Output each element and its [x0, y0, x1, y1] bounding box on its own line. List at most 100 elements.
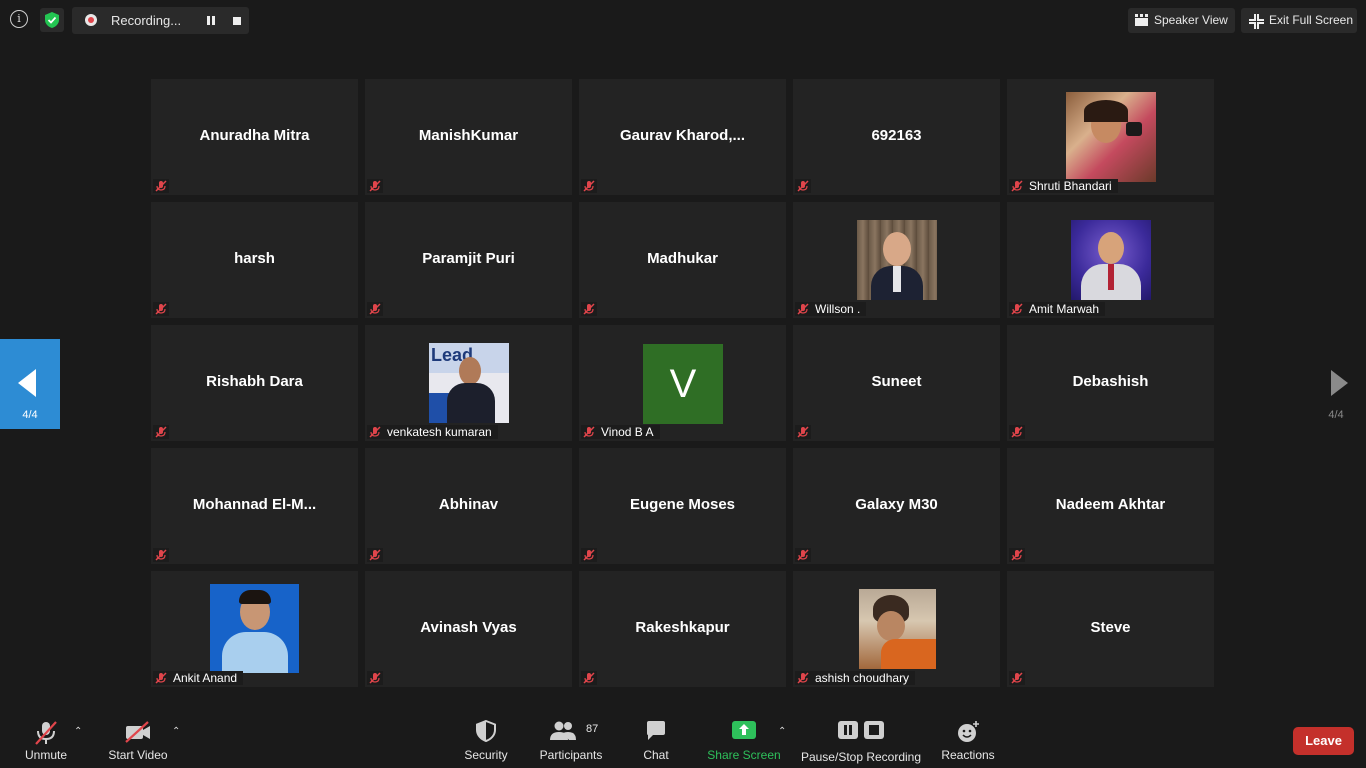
participant-name: venkatesh kumaran: [387, 425, 492, 439]
start-video-button[interactable]: Start Video: [100, 708, 176, 768]
speaker-view-button[interactable]: Speaker View: [1128, 8, 1235, 33]
share-screen-arrow-up-icon: [732, 721, 756, 739]
start-video-label: Start Video: [108, 748, 168, 762]
participant-name: 692163: [871, 127, 922, 144]
participant-tile[interactable]: ashish choudhary: [793, 571, 1000, 687]
participant-tile[interactable]: Madhukar: [579, 202, 786, 318]
name-plate: Amit Marwah: [1009, 302, 1106, 316]
participant-tile[interactable]: Debashish: [1007, 325, 1214, 441]
muted-mic-icon: [581, 179, 597, 193]
name-plate: Ankit Anand: [153, 671, 244, 685]
gallery-view: Anuradha Mitra ManishKumar Gaurav Kharod…: [151, 79, 1215, 688]
muted-mic-icon: [153, 425, 169, 439]
participant-photo: [857, 220, 937, 300]
shield-check-icon: [45, 12, 59, 28]
participant-name: Avinash Vyas: [420, 619, 517, 636]
participant-tile[interactable]: Suneet: [793, 325, 1000, 441]
participant-name: Paramjit Puri: [422, 250, 515, 267]
participant-tile[interactable]: Shruti Bhandari: [1007, 79, 1214, 195]
unmute-label: Unmute: [24, 748, 68, 762]
participant-photo: [1071, 220, 1151, 300]
participant-photo: [859, 589, 936, 669]
share-options-chevron-up-icon[interactable]: ⌃: [778, 726, 786, 737]
muted-mic-icon: [1009, 671, 1025, 685]
muted-mic-icon: [367, 671, 383, 685]
exit-full-screen-button[interactable]: Exit Full Screen: [1241, 8, 1357, 33]
name-plate: Shruti Bhandari: [1009, 179, 1118, 193]
participant-tile[interactable]: 692163: [793, 79, 1000, 195]
muted-mic-icon: [581, 302, 597, 316]
muted-mic-icon: [797, 672, 809, 684]
reactions-button[interactable]: Reactions: [938, 708, 998, 768]
next-page-button[interactable]: 4/4: [1306, 339, 1366, 429]
meeting-toolbar: Unmute ⌃ Start Video ⌃ Security 87 Parti…: [0, 708, 1366, 768]
participant-tile[interactable]: Nadeem Akhtar: [1007, 448, 1214, 564]
participant-name: Anuradha Mitra: [199, 127, 310, 144]
unmute-button[interactable]: Unmute: [16, 708, 76, 768]
speaker-view-label: Speaker View: [1154, 13, 1228, 27]
participant-tile[interactable]: Galaxy M30: [793, 448, 1000, 564]
participant-tile[interactable]: Paramjit Puri: [365, 202, 572, 318]
top-bar: i Recording... Speaker View Exit Full Sc…: [0, 0, 1366, 40]
muted-mic-icon: [583, 426, 595, 438]
muted-mic-icon: [581, 671, 597, 685]
stop-recording-icon[interactable]: [233, 17, 241, 25]
participant-avatar: V: [643, 344, 723, 424]
muted-mic-icon: [1011, 303, 1023, 315]
participant-tile[interactable]: harsh: [151, 202, 358, 318]
exit-full-screen-icon: [1249, 14, 1264, 29]
participants-icon: [550, 721, 576, 740]
participant-tile[interactable]: ManishKumar: [365, 79, 572, 195]
participant-name: harsh: [234, 250, 275, 267]
participant-name: Shruti Bhandari: [1029, 179, 1112, 193]
pause-recording-icon[interactable]: [206, 16, 216, 25]
muted-mic-icon: [155, 672, 167, 684]
participant-tile[interactable]: Gaurav Kharod,...: [579, 79, 786, 195]
participant-name: Mohannad El-M...: [192, 496, 317, 513]
participant-tile[interactable]: Ankit Anand: [151, 571, 358, 687]
muted-mic-icon: [367, 179, 383, 193]
chat-label: Chat: [643, 748, 669, 762]
speaker-view-icon: [1135, 14, 1148, 26]
participant-tile[interactable]: Anuradha Mitra: [151, 79, 358, 195]
muted-mic-icon: [797, 303, 809, 315]
participant-tile[interactable]: Abhinav: [365, 448, 572, 564]
muted-mic-icon: [367, 302, 383, 316]
arrow-right-icon: [1331, 370, 1348, 396]
participant-tile[interactable]: Avinash Vyas: [365, 571, 572, 687]
participant-name: Steve: [1090, 619, 1131, 636]
participant-tile[interactable]: Rakeshkapur: [579, 571, 786, 687]
participant-tile[interactable]: Eugene Moses: [579, 448, 786, 564]
share-screen-label: Share Screen: [707, 748, 781, 762]
video-options-chevron-up-icon[interactable]: ⌃: [172, 726, 180, 737]
chat-button[interactable]: Chat: [636, 708, 676, 768]
shield-icon: [476, 720, 496, 742]
previous-page-button[interactable]: 4/4: [0, 339, 60, 429]
muted-mic-icon: [1009, 425, 1025, 439]
info-icon[interactable]: i: [10, 10, 28, 28]
security-shield-button[interactable]: [40, 8, 64, 32]
pause-stop-recording-label: Pause/Stop Recording: [800, 750, 922, 764]
participant-tile[interactable]: V Vinod B A: [579, 325, 786, 441]
participant-tile[interactable]: Lead venkatesh kumaran: [365, 325, 572, 441]
participant-photo: Lead: [429, 343, 509, 423]
pause-stop-recording-button[interactable]: Pause/Stop Recording: [800, 708, 922, 768]
muted-mic-icon: [153, 302, 169, 316]
participant-tile[interactable]: Steve: [1007, 571, 1214, 687]
name-plate: ashish choudhary: [795, 671, 916, 685]
video-off-icon: [125, 721, 150, 743]
participant-name: Gaurav Kharod,...: [619, 127, 746, 144]
share-screen-button[interactable]: Share Screen: [706, 708, 782, 768]
participant-tile[interactable]: Willson .: [793, 202, 1000, 318]
participants-button[interactable]: 87 Participants: [538, 708, 604, 768]
participant-tile[interactable]: Amit Marwah: [1007, 202, 1214, 318]
audio-options-chevron-up-icon[interactable]: ⌃: [74, 726, 82, 737]
participant-tile[interactable]: Mohannad El-M...: [151, 448, 358, 564]
name-plate: venkatesh kumaran: [367, 425, 498, 439]
muted-mic-icon: [153, 548, 169, 562]
add-reaction-smiley-icon: [958, 721, 979, 742]
participant-tile[interactable]: Rishabh Dara: [151, 325, 358, 441]
leave-meeting-button[interactable]: Leave: [1293, 727, 1354, 755]
security-button[interactable]: Security: [458, 708, 514, 768]
participant-photo: [210, 584, 299, 673]
